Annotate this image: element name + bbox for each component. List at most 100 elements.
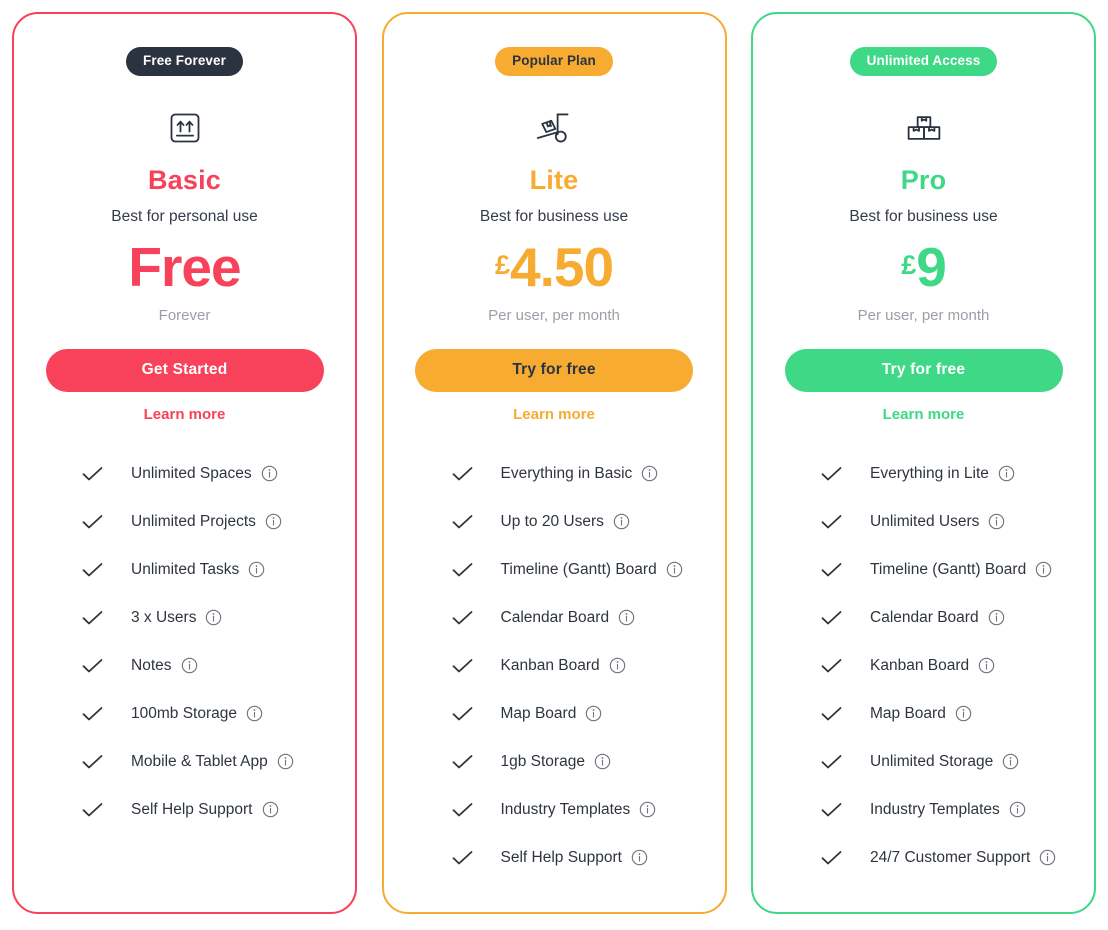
check-icon [821,466,842,482]
info-icon[interactable] [248,561,265,578]
info-icon[interactable] [265,513,282,530]
try-for-free-button-lite[interactable]: Try for free [415,348,693,392]
feature-item: Kanban Board [821,642,1076,690]
info-icon[interactable] [641,465,658,482]
info-icon[interactable] [609,657,626,674]
plan-name-lite: Lite [529,164,579,195]
info-icon[interactable] [262,801,279,818]
plan-price-pro: £ 9 [901,236,947,298]
check-icon [452,610,473,626]
info-icon[interactable] [613,513,630,530]
feature-label: Unlimited Spaces [131,464,252,482]
info-icon[interactable] [988,609,1005,626]
price-note-basic: Forever [158,306,211,324]
feature-list-basic: Unlimited Spaces Unlimited Projects Unli [14,450,355,834]
feature-label: Unlimited Projects [131,512,256,530]
feature-label: Kanban Board [870,656,970,674]
check-icon [452,514,473,530]
info-icon[interactable] [631,849,648,866]
feature-item: Self Help Support [82,786,337,834]
check-icon [82,562,103,578]
info-icon[interactable] [1002,753,1019,770]
feature-list-lite: Everything in Basic Up to 20 Users Timel [384,450,725,882]
info-icon[interactable] [205,609,222,626]
feature-item: Unlimited Storage [821,738,1076,786]
price-amount-basic: Free [128,236,241,298]
check-icon [821,610,842,626]
check-icon [452,562,473,578]
info-icon[interactable] [246,705,263,722]
feature-item: Calendar Board [452,594,707,642]
plan-name-pro: Pro [900,164,947,195]
price-amount-lite: 4.50 [509,236,614,298]
plan-tagline-lite: Best for business use [479,207,629,225]
feature-label: Unlimited Tasks [131,560,240,578]
info-icon[interactable] [978,657,995,674]
plan-price-basic: Free [128,236,241,298]
feature-label: Map Board [870,704,946,722]
feature-label: Map Board [500,704,577,722]
pricing-plans-container: Free Forever Basic Best for personal use… [0,0,1108,930]
feature-item: Everything in Basic [452,450,707,498]
learn-more-link-lite[interactable]: Learn more [513,407,595,422]
check-icon [821,706,842,722]
check-icon [821,658,842,674]
feature-label: Unlimited Storage [870,752,994,770]
info-icon[interactable] [666,561,683,578]
feature-item: Unlimited Tasks [82,546,337,594]
check-icon [452,466,473,482]
feature-label: Up to 20 Users [500,512,604,530]
feature-item: Timeline (Gantt) Board [821,546,1076,594]
check-icon [82,802,103,818]
price-note-pro: Per user, per month [857,306,990,324]
feature-label: Unlimited Users [870,512,980,530]
feature-label: Everything in Lite [870,464,989,482]
feature-item: Notes [82,642,337,690]
check-icon [82,658,103,674]
feature-label: Everything in Basic [500,464,633,482]
check-icon [452,802,473,818]
plan-tagline-pro: Best for business use [849,207,998,225]
info-icon[interactable] [1035,561,1052,578]
learn-more-link-basic[interactable]: Learn more [144,407,226,422]
feature-label: Mobile & Tablet App [131,752,268,770]
feature-item: Unlimited Projects [82,498,337,546]
info-icon[interactable] [277,753,294,770]
check-icon [452,658,473,674]
try-for-free-button-pro[interactable]: Try for free [784,348,1063,392]
feature-item: Self Help Support [452,834,707,882]
info-icon[interactable] [618,609,635,626]
check-icon [452,706,473,722]
feature-label: 24/7 Customer Support [870,848,1031,866]
check-icon [821,850,842,866]
info-icon[interactable] [1009,801,1026,818]
feature-item: Industry Templates [821,786,1076,834]
feature-label: Calendar Board [500,608,610,626]
info-icon[interactable] [585,705,602,722]
info-icon[interactable] [594,753,611,770]
price-amount-pro: 9 [916,236,947,298]
plan-name-basic: Basic [147,164,222,195]
feature-item: Calendar Board [821,594,1076,642]
feature-label: Industry Templates [500,800,631,818]
info-icon[interactable] [955,705,972,722]
stacked-boxes-icon [903,103,945,153]
feature-label: Timeline (Gantt) Board [870,560,1027,578]
plan-badge-lite: Popular Plan [495,47,613,76]
info-icon[interactable] [261,465,278,482]
info-icon[interactable] [181,657,198,674]
price-currency-lite: £ [494,250,510,280]
feature-item: Timeline (Gantt) Board [452,546,707,594]
feature-label: 3 x Users [131,608,197,626]
check-icon [82,514,103,530]
info-icon[interactable] [1039,849,1056,866]
learn-more-link-pro[interactable]: Learn more [883,407,965,422]
feature-item: Everything in Lite [821,450,1076,498]
info-icon[interactable] [988,513,1005,530]
info-icon[interactable] [639,801,656,818]
feature-item: 1gb Storage [452,738,707,786]
info-icon[interactable] [998,465,1015,482]
get-started-button-basic[interactable]: Get Started [45,348,324,392]
plan-tagline-basic: Best for personal use [111,207,258,225]
feature-item: Up to 20 Users [452,498,707,546]
